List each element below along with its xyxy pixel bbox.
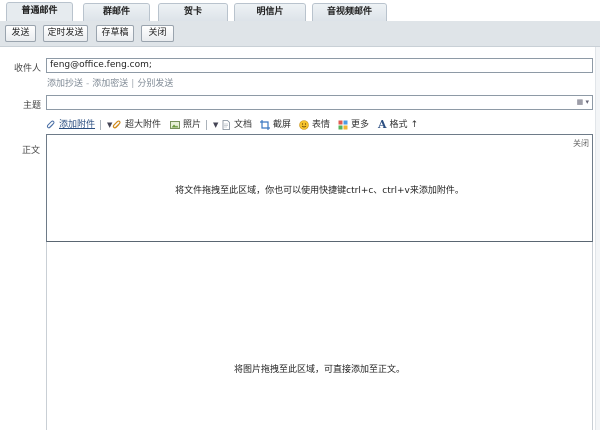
link-separator: | (131, 79, 135, 89)
subject-field[interactable]: ▦ ▾ (46, 95, 593, 110)
body-label: 正文 (22, 146, 41, 156)
recipient-links: 添加抄送 - 添加密送 | 分别发送 (47, 76, 173, 89)
tab-av-mail[interactable]: 音视频邮件 (312, 3, 387, 21)
page-scrollbar[interactable] (595, 47, 600, 430)
screenshot-button[interactable]: 截屏 (260, 118, 291, 132)
body-editor[interactable]: 将图片拖拽至此区域，可直接添加至正文。 (46, 242, 593, 430)
more-icon (338, 120, 348, 130)
format-a-icon: A (378, 118, 387, 131)
subject-format-icon[interactable]: ▦ ▾ (577, 98, 589, 106)
big-paperclip-icon (112, 120, 121, 129)
document-button[interactable]: 文档 (221, 118, 252, 132)
send-button[interactable]: 发送 (5, 25, 36, 42)
link-separator: - (86, 79, 90, 89)
scheduled-send-button[interactable]: 定时发送 (43, 25, 88, 42)
format-label: 格式 (389, 120, 408, 130)
save-draft-button[interactable]: 存草稿 (96, 25, 134, 42)
format-button[interactable]: A 格式 ↑ (378, 118, 418, 132)
compose-tab-bar: 普通邮件 群邮件 贺卡 明信片 音视频邮件 (0, 0, 600, 21)
send-separately-link[interactable]: 分别发送 (137, 79, 173, 89)
smiley-icon (299, 120, 309, 130)
subject-label: 主题 (23, 101, 42, 111)
document-icon (222, 120, 230, 130)
big-attach-button[interactable]: 超大附件 (112, 118, 161, 132)
more-button[interactable]: 更多 (338, 118, 369, 132)
compose-toolbar: 发送 定时发送 存草稿 关闭 (0, 21, 600, 47)
photo-icon (170, 121, 180, 129)
to-field[interactable]: feng@office.feng.com; (46, 58, 593, 73)
emoji-label: 表情 (312, 120, 331, 130)
image-drop-message: 将图片拖拽至此区域，可直接添加至正文。 (233, 365, 405, 375)
to-label: 收件人 (14, 64, 42, 74)
divider (206, 120, 208, 130)
tab-greeting-card[interactable]: 贺卡 (158, 3, 228, 21)
attachment-drop-zone[interactable]: 关闭 将文件拖拽至此区域，你也可以使用快捷键ctrl+c、ctrl+v来添加附件… (46, 134, 593, 242)
attach-button[interactable]: 添加附件 ▼ (46, 118, 112, 132)
tab-normal-mail[interactable]: 普通邮件 (6, 2, 73, 21)
divider (100, 120, 102, 130)
paperclip-icon (46, 120, 55, 129)
photo-label: 照片 (183, 120, 202, 130)
tab-group-mail[interactable]: 群邮件 (83, 3, 150, 21)
close-button[interactable]: 关闭 (141, 25, 174, 42)
drop-zone-close-link[interactable]: 关闭 (573, 138, 589, 149)
more-label: 更多 (351, 120, 370, 130)
photo-button[interactable]: 照片 ▼ (170, 118, 218, 132)
screenshot-icon (260, 120, 270, 130)
screenshot-label: 截屏 (273, 120, 292, 130)
format-arrow-icon: ↑ (410, 120, 419, 130)
attachment-drop-message: 将文件拖拽至此区域，你也可以使用快捷键ctrl+c、ctrl+v来添加附件。 (175, 186, 464, 196)
big-attach-label: 超大附件 (125, 120, 162, 130)
document-label: 文档 (234, 120, 253, 130)
tab-postcard[interactable]: 明信片 (234, 3, 306, 21)
photo-dropdown-icon[interactable]: ▼ (213, 118, 218, 132)
add-cc-link[interactable]: 添加抄送 (47, 79, 83, 89)
attach-label: 添加附件 (59, 120, 96, 130)
add-bcc-link[interactable]: 添加密送 (92, 79, 128, 89)
emoji-button[interactable]: 表情 (299, 118, 330, 132)
